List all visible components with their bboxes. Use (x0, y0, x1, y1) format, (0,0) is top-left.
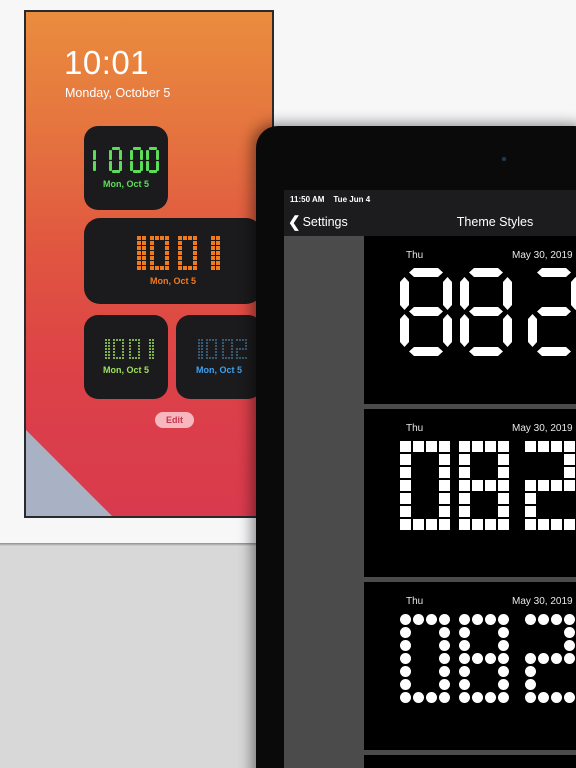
clock-widget-seven-segment[interactable]: Mon, Oct 5 (84, 126, 168, 210)
clock-widget-faint-dotted[interactable]: Mon, Oct 5 (176, 315, 262, 399)
page-title: Theme Styles (456, 215, 534, 229)
theme-row-day: Thu (406, 250, 424, 261)
status-bar: 11:50 AM Tue Jun 4 (284, 190, 576, 208)
status-bar-time: 11:50 AM (290, 194, 325, 204)
theme-row-date: May 30, 2019 (512, 423, 573, 434)
edit-button[interactable]: Edit (155, 412, 194, 428)
widget-date-label: Mon, Oct 5 (195, 365, 242, 375)
lock-screen-time: 10:01 (64, 44, 150, 81)
front-camera-icon (501, 156, 507, 162)
wallpaper-corner-accent (26, 430, 112, 516)
settings-sidebar[interactable] (284, 236, 360, 768)
ipad-device-mockup: 11:50 AM Tue Jun 4 ❮ Settings Theme Styl… (256, 126, 576, 768)
status-bar-date: Tue Jun 4 (333, 194, 371, 204)
theme-row[interactable]: Thu May 30, 2019 (364, 582, 576, 750)
theme-row[interactable]: Thu May 30, 2019 (364, 755, 576, 768)
clock-widget-dotted-outline[interactable]: Mon, Oct 5 (84, 315, 168, 399)
clock-widget-square-matrix[interactable]: Mon, Oct 5 (84, 218, 262, 304)
split-view: Thu May 30, 2019 Thu May 30, 2019 Thu Ma… (284, 236, 576, 768)
theme-row-day: Thu (406, 596, 424, 607)
theme-styles-list[interactable]: Thu May 30, 2019 Thu May 30, 2019 Thu Ma… (360, 236, 576, 768)
widget-time-display (192, 339, 247, 359)
theme-row-date: May 30, 2019 (512, 250, 573, 261)
widget-date-label: Mon, Oct 5 (102, 179, 149, 189)
ipad-screen: 11:50 AM Tue Jun 4 ❮ Settings Theme Styl… (284, 190, 576, 768)
widget-time-display (92, 147, 161, 173)
wallpaper-screenshot: 10:01 Monday, October 5 MON 5 Calendar (24, 10, 274, 518)
navigation-bar: ❮ Settings Theme Styles (284, 208, 576, 236)
theme-row-clock-preview (400, 268, 576, 356)
theme-row[interactable]: Thu May 30, 2019 (364, 236, 576, 404)
widget-date-label: Mon, Oct 5 (102, 365, 149, 375)
theme-row-clock-preview (400, 441, 576, 530)
theme-row-day: Thu (406, 423, 424, 434)
theme-row[interactable]: Thu May 30, 2019 (364, 409, 576, 577)
lock-screen-date: Monday, October 5 (65, 86, 171, 100)
widget-time-display (99, 339, 154, 359)
theme-row-clock-preview (400, 614, 576, 703)
widget-time-display (127, 236, 220, 270)
widget-date-label: Mon, Oct 5 (149, 276, 196, 286)
theme-row-date: May 30, 2019 (512, 596, 573, 607)
